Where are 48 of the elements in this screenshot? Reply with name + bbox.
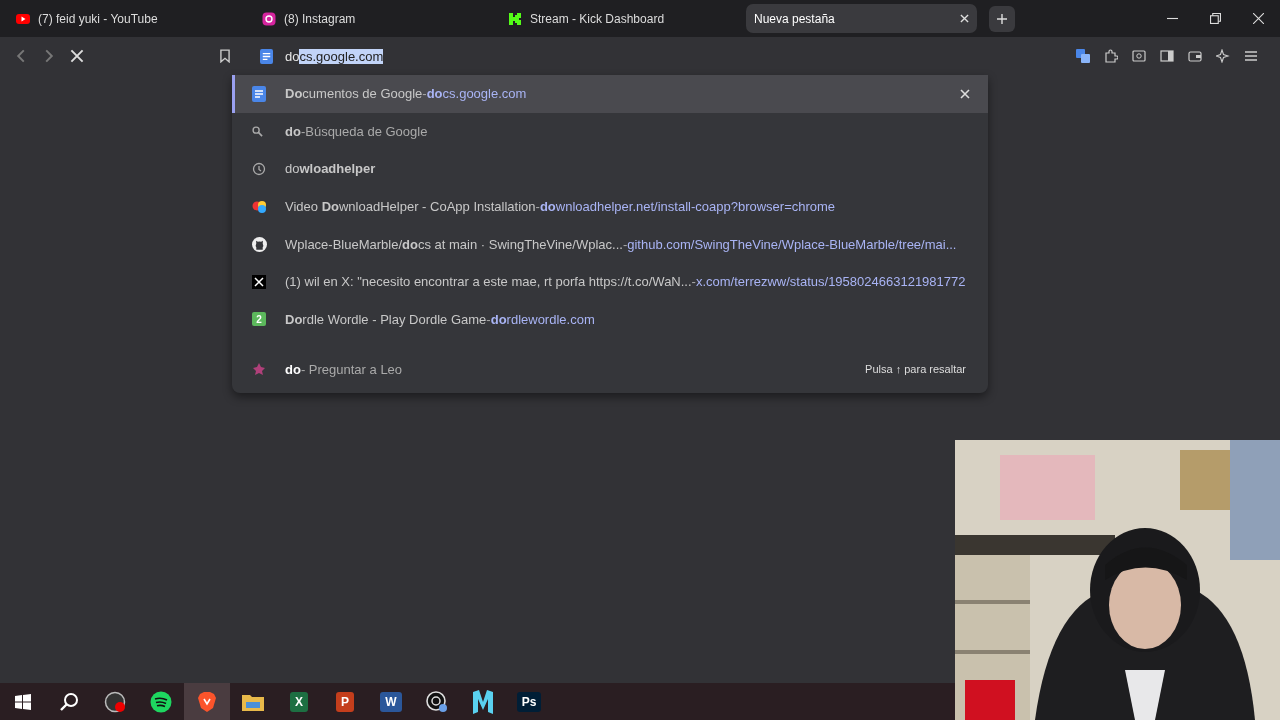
document-icon xyxy=(260,48,273,64)
suggestion-text: Wplace-BlueMarble/docs at main · SwingTheVine/Wplac...-github.com/SwingTheVine/Wplace-BlueMarble/tree/mai... xyxy=(285,236,958,252)
suggestion-item[interactable]: dowloadhelper xyxy=(232,150,988,188)
close-icon[interactable] xyxy=(960,14,969,23)
number-tile-icon: 2 xyxy=(252,312,266,327)
screenshot-icon[interactable] xyxy=(1132,49,1146,63)
suggestion-item[interactable]: Video DownloadHelper - CoApp Installation-downloadhelper.net/install-coapp?browser=chrome xyxy=(232,187,988,226)
suggestion-item[interactable]: Wplace-BlueMarble/docs at main · SwingTheVine/Wplac...-github.com/SwingTheVine/Wplace-BlueMarble/tree/mai... xyxy=(232,225,988,263)
sidebar-icon[interactable] xyxy=(1160,49,1174,63)
suggestion-item[interactable]: do- Preguntar a Leo Pulsa ↑ para resaltar xyxy=(232,346,988,393)
history-icon xyxy=(252,162,266,176)
suggestion-item[interactable]: do-Búsqueda de Google xyxy=(232,112,988,151)
hint-text: Pulsa ↑ para resaltar xyxy=(865,363,966,376)
suggestion-text: (1) wil en X: "necesito encontrar a este mae, rt porfa https://t.co/WaN...-x.com/terrezww/status/1958024663121981772 xyxy=(285,274,967,290)
restore-icon[interactable] xyxy=(1210,13,1221,24)
browser-tab[interactable]: Nueva pestaña xyxy=(746,4,977,33)
suggestion-text: do- Preguntar a Leo xyxy=(285,361,404,377)
suggestion-text: Dordle Wordle - Play Dordle Game-dordlewordle.com xyxy=(285,311,596,327)
suggestion-text: Documentos de Google-docs.google.com xyxy=(285,86,528,102)
bookmark-icon[interactable] xyxy=(218,49,232,63)
puzzle-icon[interactable] xyxy=(1104,49,1118,63)
menu-icon[interactable] xyxy=(1244,49,1258,63)
video-play-icon xyxy=(16,11,30,26)
remove-icon[interactable] xyxy=(960,88,970,99)
leo-star-icon xyxy=(252,362,266,377)
wallet-icon[interactable] xyxy=(1188,49,1202,63)
stop-icon[interactable] xyxy=(70,49,84,63)
suggestion-text: Video DownloadHelper - CoApp Installation-downloadhelper.net/install-coapp?browser=chrome xyxy=(285,199,837,215)
browser-tab[interactable]: Stream - Kick Dashboard xyxy=(500,4,731,33)
document-icon xyxy=(252,85,266,102)
new-tab-button[interactable] xyxy=(989,5,1015,32)
suggestion-item[interactable]: Documentos de Google-docs.google.com xyxy=(232,75,988,113)
browser-tab[interactable]: (8) Instagram xyxy=(254,4,485,33)
suggestion-item[interactable]: (1) wil en X: "necesito encontrar a este mae, rt porfa https://t.co/WaN...-x.com/terrezww/status/1958024663121981772 xyxy=(232,262,988,301)
sparkle-icon[interactable] xyxy=(1216,49,1230,63)
plus-icon xyxy=(997,13,1007,24)
colored-circles-icon xyxy=(252,199,268,214)
search-icon xyxy=(252,125,263,137)
browser-tab[interactable]: (7) feid yuki - YouTube xyxy=(8,4,239,33)
k-logo-icon xyxy=(508,11,522,26)
suggestion-text: do-Búsqueda de Google xyxy=(285,123,429,139)
close-icon[interactable] xyxy=(1253,13,1264,24)
camera-icon xyxy=(262,11,276,26)
translate-icon[interactable] xyxy=(1076,49,1090,63)
cat-logo-icon xyxy=(252,236,267,252)
x-logo-icon xyxy=(252,274,266,289)
suggestion-item[interactable]: 2 Dordle Wordle - Play Dordle Game-dordlewordle.com xyxy=(232,300,988,339)
suggestion-text: dowloadhelper xyxy=(285,161,377,177)
